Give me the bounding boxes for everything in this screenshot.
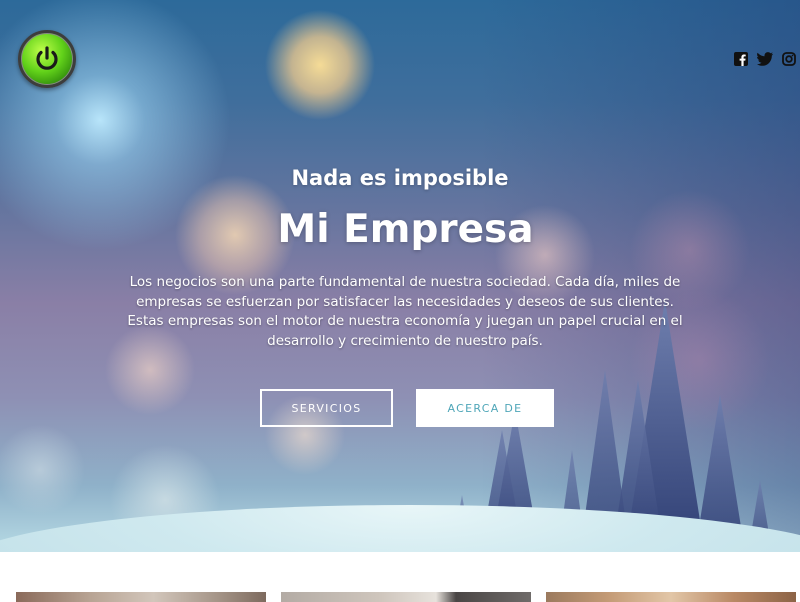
instagram-link[interactable]: [781, 51, 797, 67]
twitter-icon: [757, 52, 773, 66]
twitter-link[interactable]: [757, 51, 773, 67]
cards-section: [0, 552, 800, 602]
services-button[interactable]: SERVICIOS: [260, 389, 393, 427]
card-image[interactable]: [546, 592, 796, 602]
instagram-icon: [782, 52, 796, 66]
card-image[interactable]: [281, 592, 531, 602]
facebook-link[interactable]: [733, 51, 749, 67]
power-button-icon: [36, 46, 58, 70]
logo[interactable]: [18, 30, 76, 88]
card-image[interactable]: [16, 592, 266, 602]
hero-tagline: Nada es imposible: [291, 166, 509, 190]
about-button[interactable]: ACERCA DE: [416, 389, 554, 427]
page-title: Mi Empresa: [277, 207, 534, 252]
hero-section: Nada es imposible Mi Empresa Los negocio…: [0, 0, 800, 552]
facebook-icon: [734, 52, 748, 66]
hero-description: Los negocios son una parte fundamental d…: [127, 274, 683, 349]
